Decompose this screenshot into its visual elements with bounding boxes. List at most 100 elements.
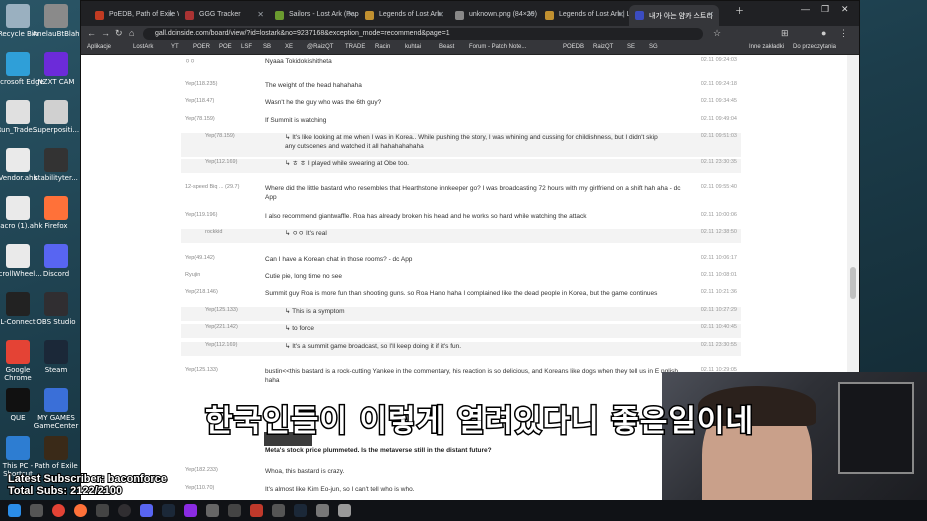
comment-nickname[interactable]: Yep(78.159) [205, 133, 235, 139]
comment-row: 12-speed Biq ... (29.7) Where did the lit… [181, 184, 741, 208]
close-tab-icon[interactable]: ✕ [707, 10, 714, 19]
close-tab-icon[interactable]: ✕ [437, 10, 444, 19]
app8-taskbar-icon[interactable] [338, 504, 351, 517]
browser-tab[interactable]: unknown.png (84×29) ✕ [449, 5, 539, 26]
reload-icon[interactable]: ↻ [115, 28, 123, 39]
bookmarks-bar: Aplikacje LostArk YT POER POE LSF SB XE @RaizQT T… [81, 42, 859, 55]
comment-nickname[interactable]: Yep(221.142) [205, 324, 238, 330]
comment-nickname[interactable]: Ryujin [185, 272, 200, 278]
app6-taskbar-icon[interactable] [294, 504, 307, 517]
forward-icon[interactable]: → [101, 28, 110, 38]
desktop-icon[interactable]: NZXT CAM [30, 52, 82, 86]
maximize-icon[interactable]: ❐ [821, 4, 829, 15]
profile-avatar[interactable]: ● [821, 28, 826, 38]
bookmark-item[interactable]: SE [627, 44, 635, 50]
desktop-icon[interactable]: Discord [30, 244, 82, 278]
start-icon[interactable] [8, 504, 21, 517]
bookmark-item[interactable]: @RaizQT [307, 44, 333, 50]
close-tab-icon[interactable]: ✕ [167, 10, 174, 19]
bookmark-item[interactable]: LostArk [133, 44, 153, 50]
steam-taskbar-icon[interactable] [162, 504, 175, 517]
close-window-icon[interactable]: ✕ [841, 4, 849, 15]
desktop-icon[interactable]: MY GAMES GameCenter [30, 388, 82, 430]
comment-nickname[interactable]: 12-speed Biq ... (29.7) [185, 184, 239, 190]
bookmark-star-icon[interactable]: ☆ [713, 28, 721, 39]
desktop-icon[interactable]: stabilityter... [30, 148, 82, 182]
app2-taskbar-icon[interactable] [206, 504, 219, 517]
comment-timestamp: 02.11 09:49:04 [700, 116, 737, 122]
app5-taskbar-icon[interactable] [272, 504, 285, 517]
desktop-icon-label: Google Chrome [4, 366, 32, 382]
bookmark-item[interactable]: Forum - Patch Note... [469, 44, 526, 50]
close-tab-icon[interactable]: ✕ [617, 10, 624, 19]
extensions-icon[interactable]: ⊞ [781, 28, 789, 39]
comment-nickname[interactable]: Yep(125.133) [205, 307, 238, 313]
search-icon[interactable] [30, 504, 43, 517]
close-tab-icon[interactable]: ✕ [257, 10, 264, 19]
new-tab-icon[interactable]: ＋ [735, 4, 744, 17]
menu-icon[interactable]: ⋮ [839, 28, 848, 39]
scrollbar-thumb[interactable] [850, 267, 856, 299]
browser-tab[interactable]: Legends of Lost Ark ✕ [359, 5, 449, 26]
app7-taskbar-icon[interactable] [316, 504, 329, 517]
desktop-icon[interactable]: Firefox [30, 196, 82, 230]
bookmark-item[interactable]: LSF [241, 44, 252, 50]
bookmark-item[interactable]: POE [219, 44, 232, 50]
bookmark-item[interactable]: YT [171, 44, 179, 50]
firefox-taskbar-icon[interactable] [74, 504, 87, 517]
bookmark-item[interactable]: kuhtai [405, 44, 421, 50]
bookmark-item[interactable]: Racin [375, 44, 390, 50]
comment-nickname[interactable]: Yep(49.142) [185, 255, 215, 261]
app-taskbar-icon[interactable] [184, 504, 197, 517]
bookmark-item[interactable]: POER [193, 44, 210, 50]
reply-row: Yep(112.169) ↳ It's a summit game broadca… [181, 342, 741, 356]
desktop-icon[interactable]: AnelauBtBlah [30, 4, 82, 38]
desktop-icon[interactable]: OBS Studio [30, 292, 82, 326]
obs-taskbar-icon[interactable] [118, 504, 131, 517]
chrome-taskbar-icon[interactable] [52, 504, 65, 517]
comment-nickname[interactable]: ㅇㅇ [185, 57, 195, 65]
app4-taskbar-icon[interactable] [250, 504, 263, 517]
url-input[interactable]: gall.dcinside.com/board/view/?id=lostark… [143, 28, 703, 40]
browser-tab[interactable]: 내가 아는 얌카 스트리 ✕ [629, 5, 719, 26]
close-tab-icon[interactable]: ✕ [527, 10, 534, 19]
back-icon[interactable]: ← [87, 28, 96, 38]
discord-taskbar-icon[interactable] [140, 504, 153, 517]
comment-nickname[interactable]: Yep(112.169) [205, 342, 237, 348]
bookmark-item[interactable]: RaizQT [593, 44, 613, 50]
browser-tab[interactable]: Legends of Lost Ark | L ✕ [539, 5, 629, 26]
bookmark-item[interactable]: Inne zakładki [749, 44, 784, 50]
comment-nickname[interactable]: Yep(110.70) [185, 485, 214, 491]
desktop-icon-label: stabilityter... [34, 174, 78, 182]
comment-nickname[interactable]: Yep(125.133) [185, 367, 218, 373]
home-icon[interactable]: ⌂ [129, 28, 134, 38]
desktop-icon[interactable]: Superpositi... [30, 100, 82, 134]
browser-tab[interactable]: Sailors - Lost Ark (Pap ✕ [269, 5, 359, 26]
bookmark-item[interactable]: SG [649, 44, 658, 50]
comment-nickname[interactable]: Yep(118.47) [185, 98, 214, 104]
desktop-icon-label: MY GAMES GameCenter [33, 414, 79, 430]
bookmark-item[interactable]: TRADE [345, 44, 365, 50]
bookmark-item[interactable]: SB [263, 44, 271, 50]
bookmark-item[interactable]: Aplikacje [87, 44, 111, 50]
comment-row: Yep(218.146) Summit guy Roa is more fun t… [181, 289, 741, 301]
comment-nickname[interactable]: Yep(78.159) [185, 116, 215, 122]
browser-tab[interactable]: GGG Tracker ✕ [179, 5, 269, 26]
bookmark-item[interactable]: Beast [439, 44, 454, 50]
comment-nickname[interactable]: Yep(119.196) [185, 212, 217, 218]
comment-nickname[interactable]: Yep(118.235) [185, 81, 217, 87]
bookmark-item[interactable]: POEDB [563, 44, 584, 50]
desktop-icon[interactable]: Path of Exile [30, 436, 82, 470]
comment-nickname[interactable]: Yep(112.169) [205, 159, 237, 165]
comment-nickname[interactable]: Yep(182.233) [185, 467, 218, 473]
bookmark-item[interactable]: XE [285, 44, 293, 50]
explorer-taskbar-icon[interactable] [96, 504, 109, 517]
minimize-icon[interactable]: — [801, 4, 810, 14]
comment-nickname[interactable]: Yep(218.146) [185, 289, 218, 295]
close-tab-icon[interactable]: ✕ [347, 10, 354, 19]
desktop-icon[interactable]: Steam [30, 340, 82, 374]
browser-tab[interactable]: PoEDB, Path of Exile Wi ✕ [89, 5, 179, 26]
bookmark-item[interactable]: Do przeczytania [793, 44, 836, 50]
comment-nickname[interactable]: rockkid [205, 229, 222, 235]
app3-taskbar-icon[interactable] [228, 504, 241, 517]
